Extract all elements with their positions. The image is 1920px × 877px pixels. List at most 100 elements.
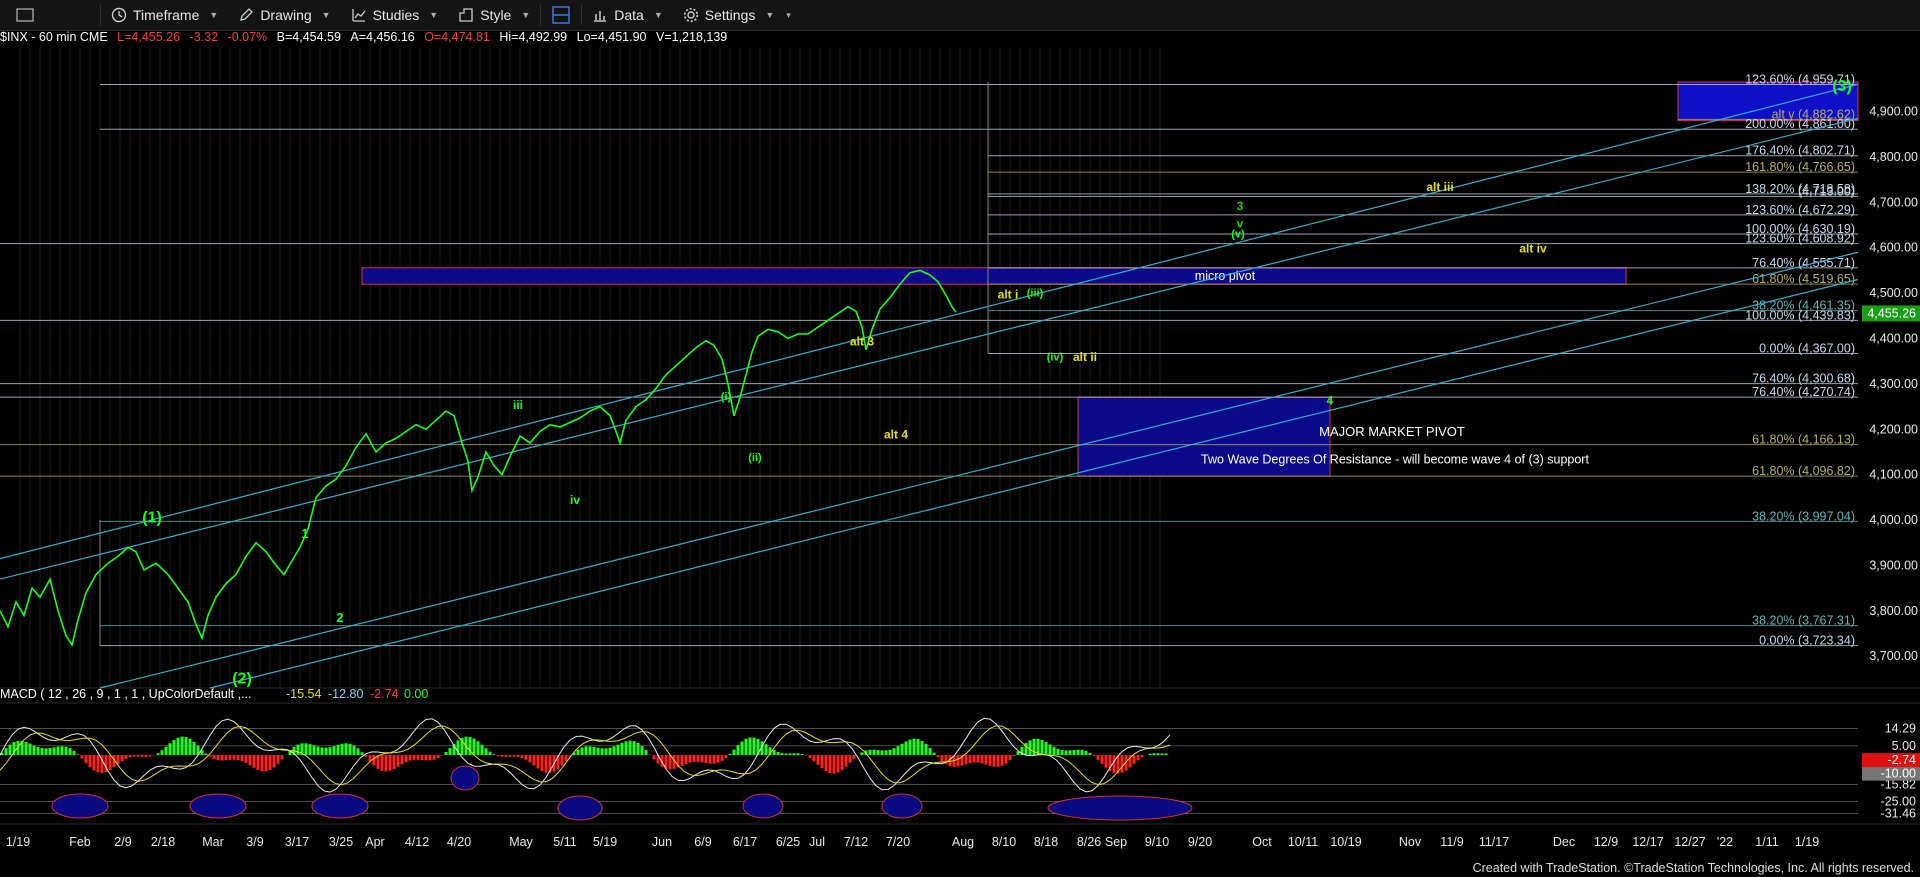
time-tick-label: 8/18 [1034, 835, 1058, 849]
fib-label: 76.40% (4,270.74) [1752, 385, 1855, 399]
wave-label: alt 3 [850, 334, 874, 348]
fib-label: 0.00% (4,367.00) [1759, 341, 1855, 355]
macd-panel[interactable]: 14.295.00-15.82-25.00-31.46-10.00-2.74 [0, 702, 1920, 821]
fib-label: 61.80% (4,096.82) [1752, 464, 1855, 478]
macd-highlight-ellipse [742, 793, 784, 819]
wave-label: 1 [301, 526, 308, 541]
macd-highlight-ellipse [311, 793, 369, 819]
time-tick-label: 4/12 [405, 835, 429, 849]
time-tick-label: 1/11 [1755, 835, 1778, 849]
time-tick-label: Dec [1553, 835, 1575, 849]
macd-highlight-ellipse [1047, 795, 1193, 821]
fib-label: 38.20% (3,997.04) [1752, 509, 1855, 523]
time-tick-label: 6/9 [694, 835, 711, 849]
macd-value-1: -15.54 [286, 687, 321, 701]
macd-value-3: -2.74 [370, 687, 399, 701]
wave-label: (ii) [748, 452, 762, 464]
channel-line [99, 251, 1859, 689]
fib-label: 123.60% (4,608.92) [1745, 232, 1855, 246]
chart-area[interactable]: micro pivotMAJOR MARKET PIVOTTwo Wave De… [0, 0, 1920, 877]
time-tick-label: 8/26 [1077, 835, 1101, 849]
time-tick-label: 11/17 [1479, 835, 1509, 849]
time-tick-label: 6/17 [733, 835, 757, 849]
macd-highlight-ellipse [51, 793, 109, 819]
time-tick-label: 9/10 [1145, 835, 1169, 849]
wave-label: iv [570, 493, 580, 507]
price-tick-label: 4,600.00 [1869, 241, 1918, 255]
macd-value-2: -12.80 [328, 687, 363, 701]
fib-label: 100.00% (4,439.83) [1745, 308, 1855, 322]
time-tick-label: Aug [952, 835, 974, 849]
price-tick-label: 4,500.00 [1869, 286, 1918, 300]
time-tick-label: 7/12 [844, 835, 868, 849]
price-tick-label: 4,200.00 [1869, 422, 1918, 436]
time-tick-label: 7/20 [886, 835, 910, 849]
price-axis[interactable]: 3,700.00 3,800.00 3,900.00 4,000.00 4,100.00… [1862, 105, 1920, 664]
wave-label: (v) [1231, 229, 1245, 241]
time-tick-label: Apr [365, 835, 384, 849]
wave-label: (1) [142, 509, 162, 526]
fib-label: 76.40% (4,300.68) [1752, 372, 1855, 386]
pivot-box [361, 267, 1627, 285]
last-price-label: 4,455.26 [1867, 306, 1916, 320]
fib-label: 176.40% (4,802.71) [1745, 144, 1855, 158]
fib-label: 61.80% (4,166.13) [1752, 433, 1855, 447]
macd-highlight-ellipse [450, 765, 480, 791]
wave-label: 4 [1327, 393, 1334, 407]
macd-last-label: -10.00 [1881, 767, 1916, 781]
price-tick-label: 4,900.00 [1869, 105, 1918, 119]
grid-layer [0, 48, 1920, 689]
wave-label: alt 4 [884, 427, 908, 441]
time-tick-label: 1/19 [1795, 835, 1819, 849]
price-tick-label: 3,800.00 [1869, 604, 1918, 618]
wave-label: (i) [721, 391, 732, 403]
time-tick-label: Feb [69, 835, 91, 849]
annotations-layer: (1) (2) 1 2 iii iv (i) (ii) (iii) (iv) (v) alt 3 alt… [142, 78, 1852, 687]
time-tick-label: 10/19 [1330, 835, 1361, 849]
time-tick-label: May [509, 835, 533, 849]
time-tick-label: Oct [1252, 835, 1272, 849]
wave-label: (iv) [1047, 351, 1064, 363]
time-tick-label: 3/17 [285, 835, 309, 849]
channel-line [209, 278, 1859, 689]
time-tick-label: 10/11 [1288, 835, 1318, 849]
time-tick-label: 1/19 [6, 835, 30, 849]
time-tick-label: Jun [652, 835, 672, 849]
macd-tick-label: 5.00 [1892, 739, 1916, 753]
time-tick-label: 5/11 [553, 835, 576, 849]
macd-hist-last-label: -2.74 [1888, 753, 1917, 767]
price-tick-label: 4,300.00 [1869, 377, 1918, 391]
price-tick-label: 4,800.00 [1869, 150, 1918, 164]
macd-value-4: 0.00 [404, 687, 428, 701]
time-tick-label: 12/27 [1674, 835, 1705, 849]
macd-tick-label: -31.46 [1881, 807, 1916, 821]
copyright-footer: Created with TradeStation. ©TradeStation… [1472, 861, 1914, 875]
wave-label: v [1237, 216, 1244, 230]
fib-label: 200.00% (4,861.00) [1745, 117, 1855, 131]
wave-label: 3 [1237, 199, 1244, 213]
macd-tick-label: 14.29 [1885, 721, 1916, 735]
price-tick-label: 3,900.00 [1869, 558, 1918, 572]
wave-label: 2 [336, 610, 343, 625]
wave-label: (iii) [1027, 288, 1044, 300]
wave-label: alt ii [1073, 350, 1097, 364]
wave-label: (3) [1832, 78, 1852, 95]
time-axis[interactable]: 1/19 Feb 2/9 2/18 Mar 3/9 3/17 3/25 Apr 4/12 4/20 M… [0, 823, 1920, 849]
wave-label: alt iii [1426, 180, 1453, 194]
fib-label: (4,713.00) [1798, 184, 1855, 198]
time-tick-label: 2/18 [151, 835, 175, 849]
major-pivot-subtitle: Two Wave Degrees Of Resistance - will be… [1201, 452, 1589, 466]
time-tick-label: 3/25 [329, 835, 353, 849]
time-tick-label: 12/17 [1632, 835, 1663, 849]
price-tick-label: 4,400.00 [1869, 331, 1918, 345]
macd-highlight-ellipse [189, 793, 247, 819]
time-tick-label: Jul [809, 835, 825, 849]
price-tick-label: 4,100.00 [1869, 468, 1918, 482]
wave-label: alt i [998, 288, 1019, 302]
price-tick-label: 4,000.00 [1869, 513, 1918, 527]
macd-highlight-ellipse [557, 795, 603, 821]
time-tick-label: 12/9 [1594, 835, 1618, 849]
wave-label: iii [513, 398, 523, 412]
price-tick-label: 4,700.00 [1869, 195, 1918, 209]
time-tick-label: 6/25 [776, 835, 800, 849]
